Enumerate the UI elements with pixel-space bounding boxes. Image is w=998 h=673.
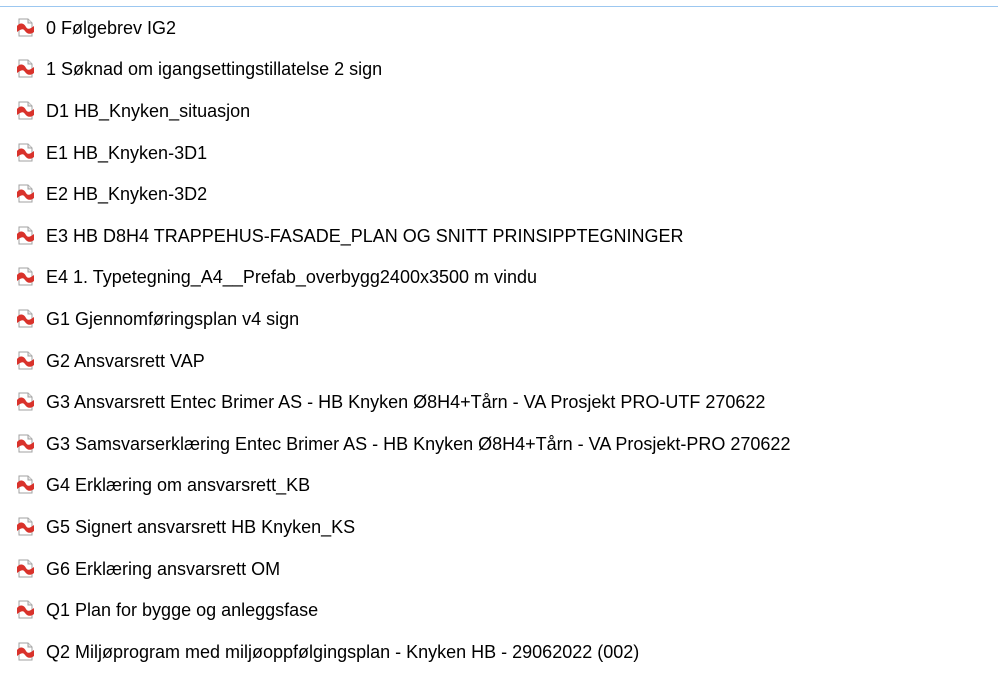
file-name: 0 Følgebrev IG2 <box>46 17 177 38</box>
pdf-file-icon <box>17 517 34 536</box>
list-top-edge <box>0 0 998 7</box>
file-name: G1 Gjennomføringsplan v4 sign <box>46 308 300 329</box>
file-list-item[interactable]: G1 Gjennomføringsplan v4 sign <box>0 298 998 340</box>
file-name: Q2 Miljøprogram med miljøoppfølgingsplan… <box>46 641 640 662</box>
pdf-file-icon <box>17 559 34 578</box>
pdf-file-icon <box>17 59 34 78</box>
file-list-item[interactable]: Q2 Miljøprogram med miljøoppfølgingsplan… <box>0 631 998 673</box>
file-list-item[interactable]: G4 Erklæring om ansvarsrett_KB <box>0 465 998 507</box>
file-list-item[interactable]: G3 Samsvarserklæring Entec Brimer AS - H… <box>0 423 998 465</box>
pdf-file-icon <box>17 475 34 494</box>
file-list-item[interactable]: Q1 Plan for bygge og anleggsfase <box>0 589 998 631</box>
file-list: 0 Følgebrev IG2 1 Søknad om igangsetting… <box>0 7 998 673</box>
file-name: D1 HB_Knyken_situasjon <box>46 100 251 121</box>
file-list-item[interactable]: 1 Søknad om igangsettingstillatelse 2 si… <box>0 49 998 91</box>
file-name: E4 1. Typetegning_A4__Prefab_overbygg240… <box>46 267 538 288</box>
pdf-file-icon <box>17 101 34 120</box>
file-name: G2 Ansvarsrett VAP <box>46 350 205 371</box>
file-list-item[interactable]: G2 Ansvarsrett VAP <box>0 340 998 382</box>
file-name: G5 Signert ansvarsrett HB Knyken_KS <box>46 516 356 537</box>
pdf-file-icon <box>17 392 34 411</box>
file-list-item[interactable]: E2 HB_Knyken-3D2 <box>0 173 998 215</box>
file-name: Q1 Plan for bygge og anleggsfase <box>46 600 319 621</box>
file-name: G6 Erklæring ansvarsrett OM <box>46 558 281 579</box>
file-name: E1 HB_Knyken-3D1 <box>46 142 208 163</box>
file-name: E3 HB D8H4 TRAPPEHUS-FASADE_PLAN OG SNIT… <box>46 225 684 246</box>
file-list-item[interactable]: G5 Signert ansvarsrett HB Knyken_KS <box>0 506 998 548</box>
pdf-file-icon <box>17 226 34 245</box>
file-list-item[interactable]: 0 Følgebrev IG2 <box>0 7 998 49</box>
pdf-file-icon <box>17 642 34 661</box>
file-list-item[interactable]: D1 HB_Knyken_situasjon <box>0 90 998 132</box>
file-name: 1 Søknad om igangsettingstillatelse 2 si… <box>46 59 383 80</box>
pdf-file-icon <box>17 434 34 453</box>
file-name: G4 Erklæring om ansvarsrett_KB <box>46 475 311 496</box>
pdf-file-icon <box>17 143 34 162</box>
file-name: G3 Samsvarserklæring Entec Brimer AS - H… <box>46 433 791 454</box>
file-list-item[interactable]: G6 Erklæring ansvarsrett OM <box>0 548 998 590</box>
file-list-item[interactable]: G3 Ansvarsrett Entec Brimer AS - HB Knyk… <box>0 381 998 423</box>
file-list-item[interactable]: E4 1. Typetegning_A4__Prefab_overbygg240… <box>0 257 998 299</box>
file-list-item[interactable]: E3 HB D8H4 TRAPPEHUS-FASADE_PLAN OG SNIT… <box>0 215 998 257</box>
file-name: E2 HB_Knyken-3D2 <box>46 184 208 205</box>
pdf-file-icon <box>17 600 34 619</box>
pdf-file-icon <box>17 351 34 370</box>
file-list-item[interactable]: E1 HB_Knyken-3D1 <box>0 132 998 174</box>
pdf-file-icon <box>17 267 34 286</box>
pdf-file-icon <box>17 18 34 37</box>
pdf-file-icon <box>17 184 34 203</box>
pdf-file-icon <box>17 309 34 328</box>
file-name: G3 Ansvarsrett Entec Brimer AS - HB Knyk… <box>46 392 766 413</box>
